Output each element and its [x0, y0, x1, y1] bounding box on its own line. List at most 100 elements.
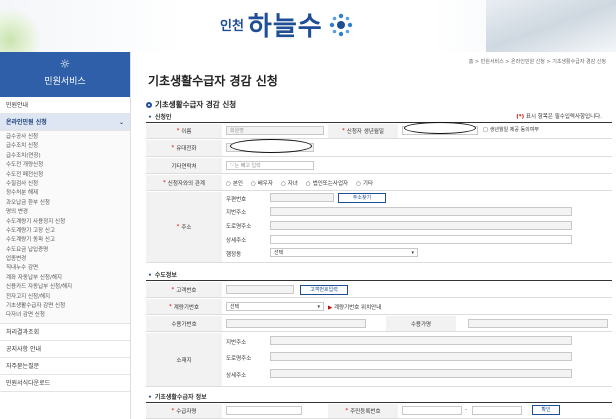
submenu-item[interactable]: 기초생활수급자 감면 신청	[6, 302, 130, 311]
loc-jibun-label: 지번주소	[226, 340, 247, 346]
submenu-item[interactable]: 과오납금 환부 신청	[6, 199, 130, 208]
site-logo[interactable]: 인천 하늘수	[220, 6, 355, 43]
submenu-item[interactable]: 다자녀 감면 신청	[6, 311, 130, 320]
submenu-item[interactable]: 수질검사 신청	[6, 180, 130, 189]
submenu-item[interactable]: 명의 변경	[6, 208, 130, 217]
breadcrumb: 홈 > 민원서비스 > 온라인민원 신청 > 기초생활수급자 경감 신청	[468, 59, 606, 65]
user-no-label: 수용가번호	[146, 316, 222, 331]
applicant-header: 신청인	[148, 112, 172, 121]
required-note-text: 표시 항목은 필수입력사항입니다.	[524, 114, 602, 120]
relation-label: * 신청자와의 관계	[146, 175, 222, 190]
submenu-item[interactable]: 급수조치(연장)	[6, 152, 130, 161]
sun-icon: ☼	[59, 57, 71, 71]
road-input[interactable]	[270, 221, 572, 230]
relation-radio-group: 본인 배우자 자녀 법인또는사업자 기타	[226, 179, 373, 187]
submenu-item[interactable]: 수도전 폐전신청	[6, 171, 130, 180]
user-no-input[interactable]	[226, 319, 366, 328]
other-contact-label: 기타연락처	[146, 158, 222, 173]
dong-select[interactable]: 선택 ▾	[270, 248, 418, 257]
detail-input[interactable]	[270, 235, 572, 244]
relation-option-business[interactable]: 법인또는사업자	[306, 179, 348, 187]
redaction-mark	[230, 139, 312, 153]
jibun-input[interactable]	[270, 207, 572, 216]
sidebar-item-faq[interactable]: 자주묻는질문	[0, 358, 130, 375]
recipient-id-back-input[interactable]	[472, 406, 522, 415]
leaf-decoration	[0, 0, 40, 52]
submenu-item[interactable]: 급수조치 신청	[6, 142, 130, 151]
loc-road-input[interactable]	[270, 352, 572, 361]
sidebar-item-guide[interactable]: 민원안내	[0, 97, 130, 114]
sidebar-item-result[interactable]: 처리결과조회	[0, 324, 130, 341]
main-content: 홈 > 민원서비스 > 온라인민원 신청 > 기초생활수급자 경감 신청 기초생…	[138, 52, 616, 419]
loc-detail-input[interactable]	[270, 369, 572, 378]
customer-no-input[interactable]	[226, 285, 294, 294]
customer-no-button[interactable]: 고객번호입력	[300, 285, 348, 295]
water-header: 수도정보	[148, 270, 177, 279]
submenu-item[interactable]: 수도계량기 사용정지 신청	[6, 218, 130, 227]
logo-small-text: 인천	[220, 19, 244, 34]
sidebar-submenu: 급수공사 신청 급수조치 신청 급수조치(연장) 수도전 개량신청 수도전 폐전신청 수질…	[0, 131, 130, 324]
sidebar: ☼ 민원서비스 민원안내 온라인민원 신청 ⌄ 급수공사 신청 급수조치 신청 급수…	[0, 52, 131, 419]
sidebar-item-label: 온라인민원 신청	[6, 119, 47, 126]
zip-label: 우편번호	[226, 197, 247, 203]
meter-select[interactable]: 선택 ▾	[226, 302, 324, 311]
sidebar-header: ☼ 민원서비스	[0, 52, 130, 97]
loc-jibun-input[interactable]	[270, 336, 572, 345]
user-name-input[interactable]	[468, 319, 608, 328]
customer-no-label: * 고객번호	[146, 282, 222, 297]
chevron-down-icon: ▾	[317, 304, 320, 310]
submenu-item[interactable]: 급수공사 신청	[6, 133, 130, 142]
jibun-label: 지번주소	[226, 210, 247, 216]
name-input[interactable]: 회원명	[226, 126, 324, 135]
zip-input[interactable]	[270, 193, 334, 202]
dash-separator: -	[465, 407, 467, 413]
confirm-button[interactable]: 확인	[532, 405, 560, 415]
section-title: 기초생활수급자 경감 신청	[146, 99, 236, 110]
submenu-item[interactable]: 수도계량기 동파 신고	[6, 236, 130, 245]
sidebar-item-forms[interactable]: 민원서식다운로드	[0, 375, 130, 392]
relation-option-self[interactable]: 본인	[226, 179, 243, 187]
dong-label: 행정동	[226, 252, 242, 258]
recipient-id-label: * 주민등록번호	[328, 404, 398, 418]
submenu-item[interactable]: 계좌 자동납부 신청/해지	[6, 274, 130, 283]
submenu-item[interactable]: 수도요금 납입증명	[6, 246, 130, 255]
required-note: (*) 표시 항목은 필수입력사항입니다.	[516, 112, 602, 120]
loc-detail-label: 상세주소	[226, 373, 247, 379]
recipient-id-front-input[interactable]	[402, 406, 462, 415]
relation-option-child[interactable]: 자녀	[281, 179, 298, 187]
birth-label: * 신청자 생년월일	[328, 124, 398, 138]
phone-label: * 유대전화	[146, 140, 222, 156]
meter-location-link[interactable]: ▶ 계량기번호 위치안내	[328, 303, 381, 311]
sidebar-item-online[interactable]: 온라인민원 신청 ⌄	[0, 114, 130, 131]
loc-road-label: 도로명주소	[226, 356, 252, 362]
birth-consent-checkbox[interactable]: 생년월일 제공 동의여부	[483, 126, 539, 133]
glass-decoration	[486, 0, 616, 52]
detail-label: 상세주소	[226, 238, 247, 244]
top-banner: 인천 하늘수	[0, 0, 616, 52]
submenu-item[interactable]: 정수처분 해제	[6, 189, 130, 198]
relation-option-other[interactable]: 기타	[356, 179, 373, 187]
submenu-item[interactable]: 직내누수 감면	[6, 264, 130, 273]
relation-option-spouse[interactable]: 배우자	[251, 179, 273, 187]
page-title: 기초생활수급자 경감 신청	[148, 74, 278, 88]
address-label: * 주소	[146, 192, 222, 262]
user-name-label: 수용가명	[386, 316, 456, 331]
recipient-name-input[interactable]	[226, 406, 302, 415]
sidebar-item-notice[interactable]: 공지사항 안내	[0, 341, 130, 358]
meter-label: * 계량기번호	[146, 299, 222, 314]
submenu-item[interactable]: 전자고지 신청/해지	[6, 293, 130, 302]
other-contact-input[interactable]: '-'는 빼고 입력	[226, 161, 314, 170]
submenu-item[interactable]: 수도계량기 고장 신고	[6, 227, 130, 236]
circle-icon	[146, 101, 152, 108]
submenu-item[interactable]: 수도전 개량신청	[6, 161, 130, 170]
required-mark: (*)	[516, 114, 525, 120]
location-label: 소재지	[146, 333, 222, 386]
recipient-header: 기초생활수급자 정보	[148, 392, 207, 401]
find-address-button[interactable]: 주소찾기	[338, 193, 386, 203]
redaction-mark	[404, 122, 476, 134]
chevron-down-icon: ⌄	[118, 119, 124, 126]
submenu-item[interactable]: 신용카드 자동납부 신청/해지	[6, 283, 130, 292]
road-label: 도로명주소	[226, 224, 252, 230]
submenu-item[interactable]: 업종변경	[6, 255, 130, 264]
sidebar-title: 민원서비스	[44, 77, 86, 87]
